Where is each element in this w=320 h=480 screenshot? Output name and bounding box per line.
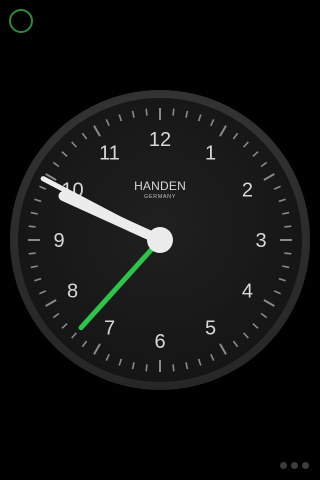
minute-tick xyxy=(145,108,148,116)
minute-tick xyxy=(28,225,36,228)
numeral-4: 4 xyxy=(242,281,253,303)
center-hub xyxy=(147,227,173,253)
page-indicator[interactable] xyxy=(280,462,309,469)
numeral-2: 2 xyxy=(242,180,253,202)
page-dot[interactable] xyxy=(280,462,287,469)
minute-tick xyxy=(284,225,292,228)
minute-tick xyxy=(28,252,36,255)
page-dot[interactable] xyxy=(291,462,298,469)
numeral-12: 12 xyxy=(149,129,171,151)
numeral-5: 5 xyxy=(205,317,216,339)
numeral-7: 7 xyxy=(104,317,115,339)
brand-sublabel: GERMANY xyxy=(144,194,176,200)
numeral-8: 8 xyxy=(67,281,78,303)
numeral-6: 6 xyxy=(154,331,165,353)
numeral-9: 9 xyxy=(53,230,64,252)
numeral-11: 11 xyxy=(99,143,120,165)
minute-tick xyxy=(172,364,175,372)
minute-tick xyxy=(284,252,292,255)
numeral-1: 1 xyxy=(205,143,216,165)
page-dot[interactable] xyxy=(302,462,309,469)
minute-tick xyxy=(172,108,175,116)
brand-label: HANDEN xyxy=(134,179,186,193)
numeral-3: 3 xyxy=(255,230,266,252)
analog-clock: 121234567891011 HANDEN GERMANY xyxy=(10,90,310,390)
minute-tick xyxy=(145,364,148,372)
